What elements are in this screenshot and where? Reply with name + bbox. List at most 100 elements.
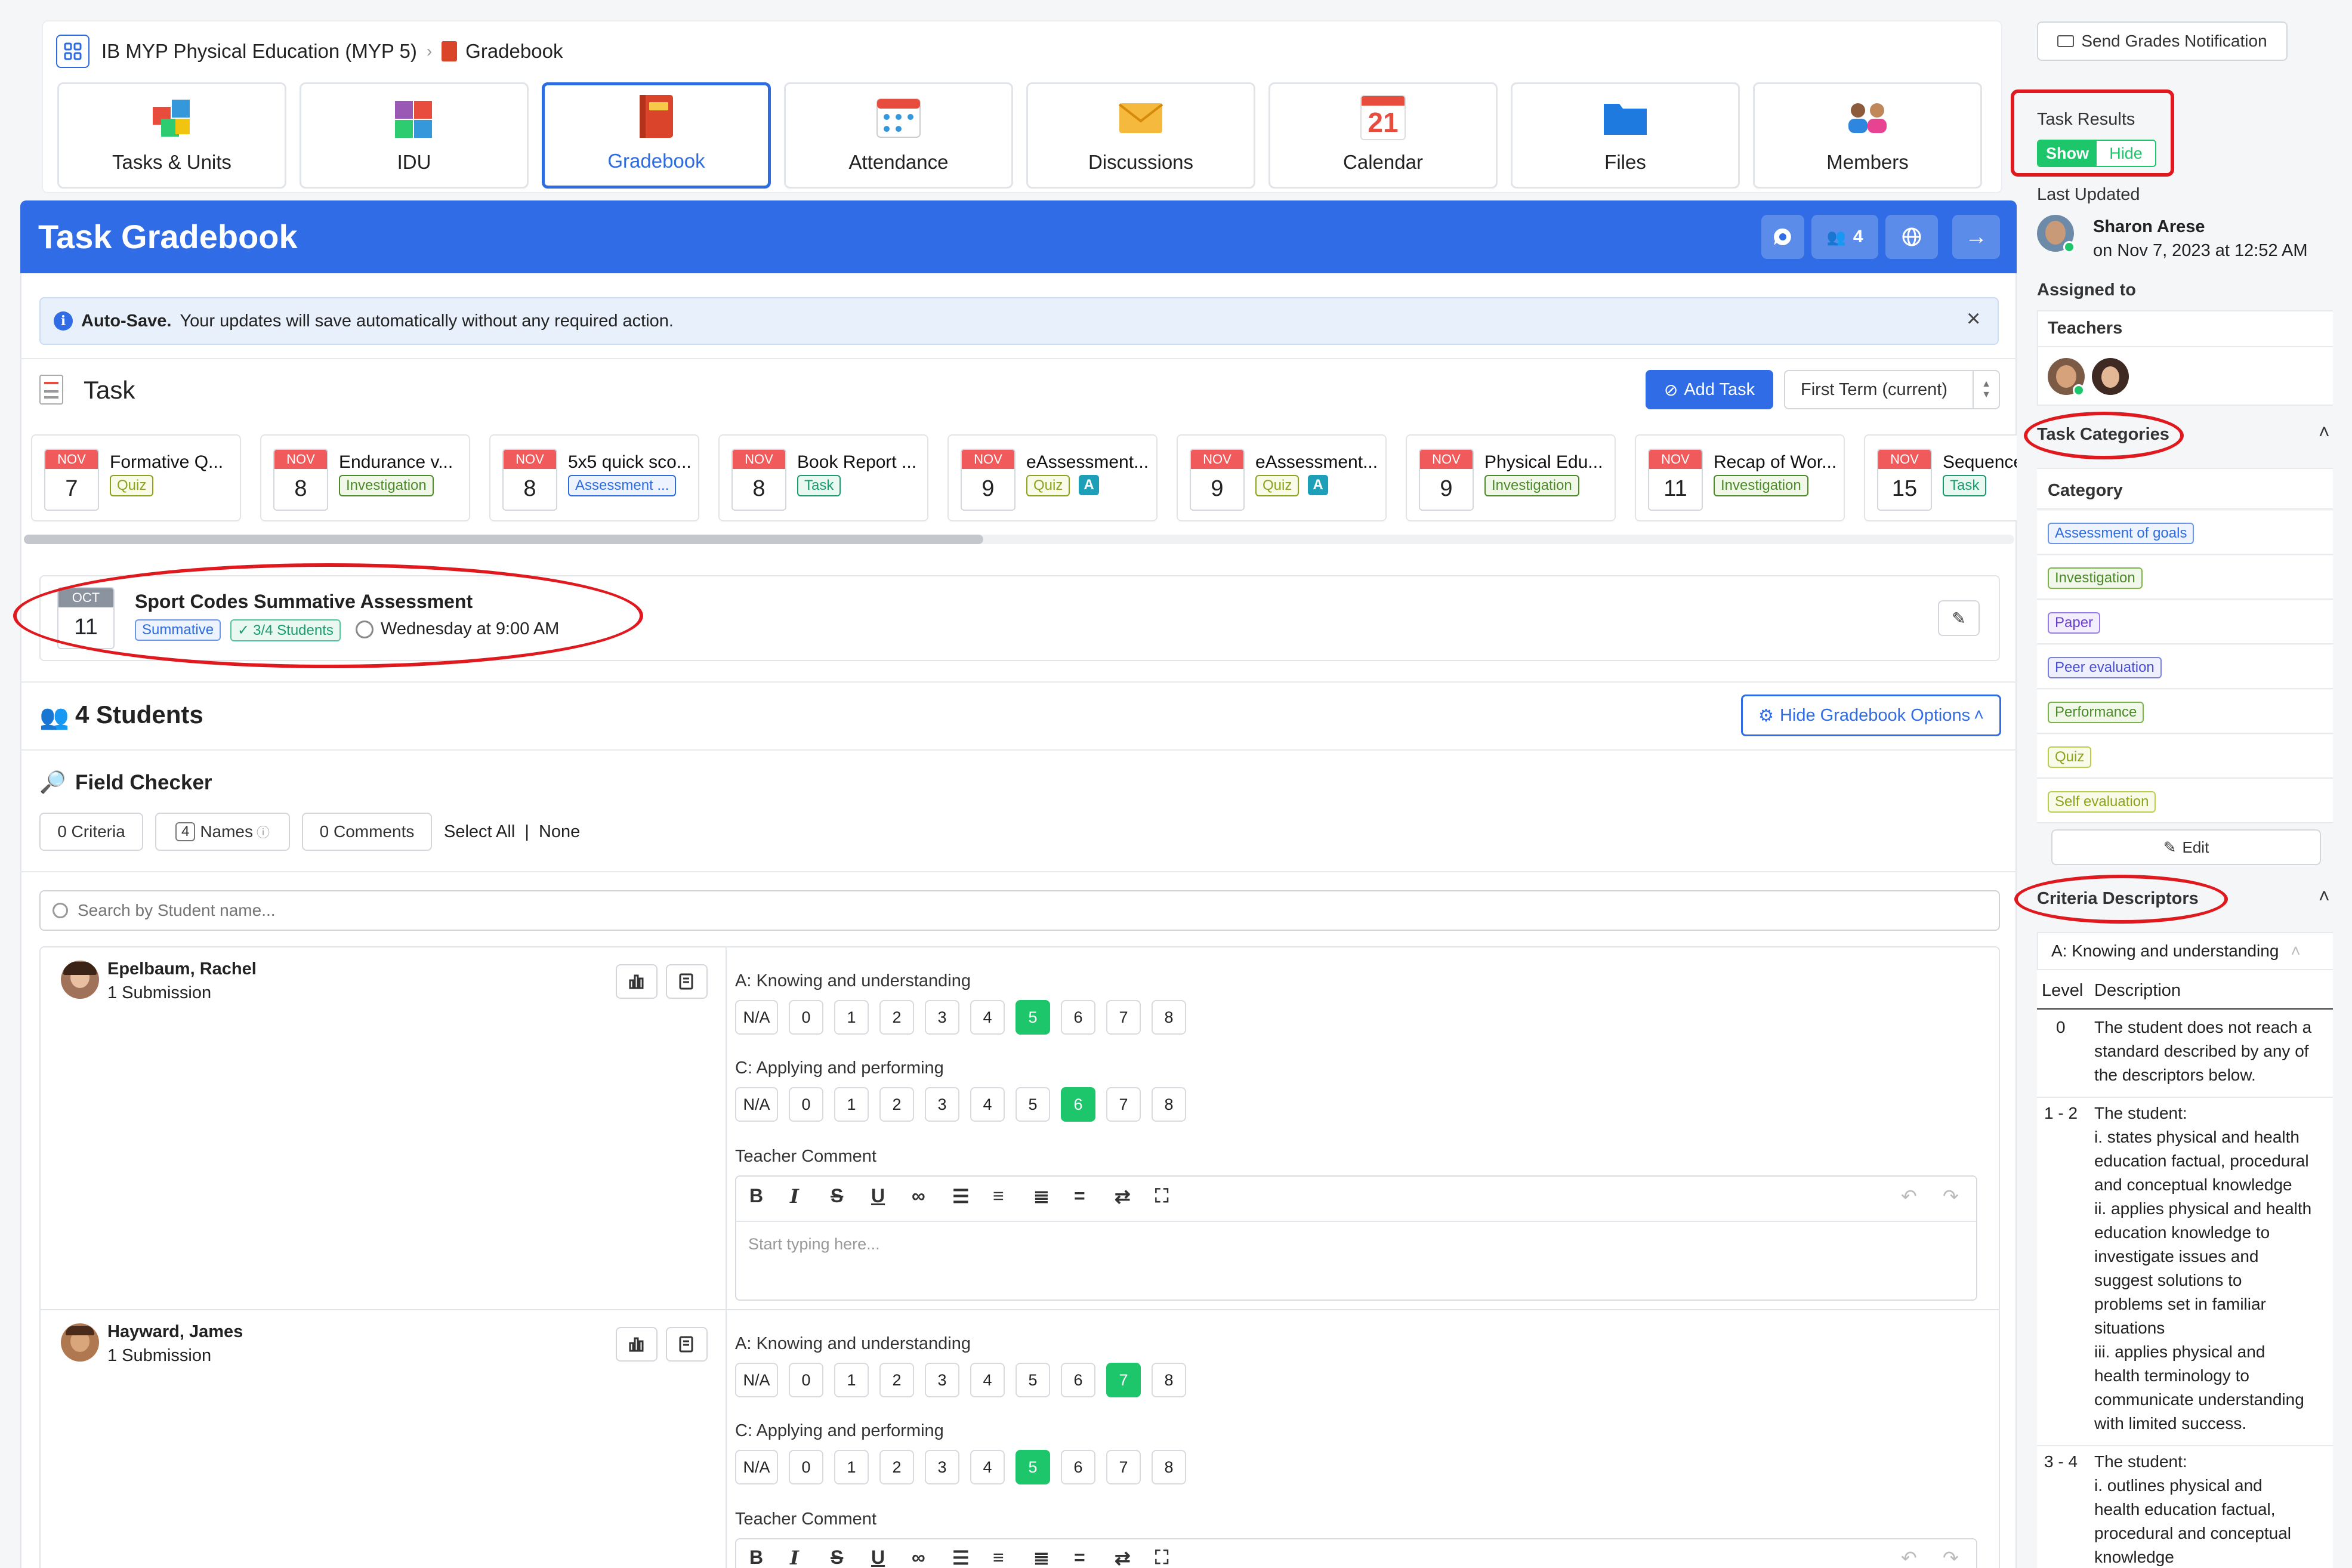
nav-files[interactable]: Files [1511,82,1740,189]
breadcrumb-course[interactable]: IB MYP Physical Education (MYP 5) [101,40,417,63]
level-chip[interactable]: 6 [1061,1087,1095,1122]
task-card[interactable]: NOV 9 Physical Edu... Investigation [1406,434,1616,521]
level-chip[interactable]: 5 [1016,1450,1050,1484]
level-chip[interactable]: 3 [925,1087,959,1122]
level-chip[interactable]: 0 [789,1087,823,1122]
criterion-select[interactable]: A: Knowing and understanding ˄ [2037,932,2333,970]
swap-icon[interactable]: ⇄ [1115,1185,1131,1208]
link-icon[interactable]: ∞ [912,1185,925,1207]
bullet-list-icon[interactable]: ☰ [952,1185,970,1208]
level-chip[interactable]: 2 [879,1363,914,1397]
criteria-filter-button[interactable]: 0 Criteria [39,813,143,851]
align-icon[interactable]: ≣ [1033,1185,1050,1208]
level-chip[interactable]: 1 [834,1450,869,1484]
level-chip[interactable]: 7 [1106,1363,1141,1397]
level-chip[interactable]: 6 [1061,1450,1095,1484]
level-chip[interactable]: 3 [925,1450,959,1484]
level-chip[interactable]: 7 [1106,1450,1141,1484]
stats-button[interactable] [616,1327,658,1362]
notes-button[interactable] [666,964,708,999]
level-chip[interactable]: 1 [834,1000,869,1035]
numbered-list-icon[interactable]: ≡ [993,1185,1004,1207]
redo-icon[interactable]: ↷ [1943,1547,1959,1568]
level-chip[interactable]: 2 [879,1450,914,1484]
student-name[interactable]: Epelbaum, Rachel [107,959,257,979]
names-filter-button[interactable]: 4 Names ⓘ [155,813,290,851]
underline-icon[interactable]: U [871,1547,885,1568]
level-chip[interactable]: 3 [925,1363,959,1397]
task-card[interactable]: NOV 8 5x5 quick sco... Assessment ... [489,434,699,521]
level-chip[interactable]: 3 [925,1000,959,1035]
swap-icon[interactable]: ⇄ [1115,1547,1131,1568]
level-chip[interactable]: 8 [1152,1000,1186,1035]
level-chip[interactable]: N/A [735,1363,778,1397]
globe-button[interactable] [1885,215,1938,259]
level-chip[interactable]: 1 [834,1363,869,1397]
horizontal-rule-icon[interactable]: = [1074,1185,1085,1207]
edit-task-button[interactable]: ✎ [1938,600,1980,636]
comment-placeholder[interactable]: Start typing here... [748,1235,880,1254]
task-card[interactable]: NOV 9 eAssessment... Quiz A [1177,434,1387,521]
close-icon[interactable]: × [1967,305,1980,332]
task-card[interactable]: NOV 8 Book Report ... Task [718,434,928,521]
level-chip[interactable]: N/A [735,1087,778,1122]
task-card[interactable]: NOV 7 Formative Q... Quiz [31,434,241,521]
level-chip[interactable]: 0 [789,1000,823,1035]
numbered-list-icon[interactable]: ≡ [993,1547,1004,1568]
level-chip[interactable]: 5 [1016,1363,1050,1397]
level-chip[interactable]: 0 [789,1450,823,1484]
level-chip[interactable]: 5 [1016,1087,1050,1122]
task-card[interactable]: NOV 15 Sequence Task [1864,434,2017,521]
redo-icon[interactable]: ↷ [1943,1185,1959,1208]
task-card[interactable]: NOV 9 eAssessment... Quiz A [947,434,1158,521]
nav-attendance[interactable]: Attendance [784,82,1013,189]
strikethrough-icon[interactable]: S [831,1185,843,1207]
level-chip[interactable]: 7 [1106,1000,1141,1035]
undo-icon[interactable]: ↶ [1901,1547,1917,1568]
task-card[interactable]: NOV 11 Recap of Wor... Investigation [1635,434,1845,521]
chevron-up-icon[interactable]: ˄ [2319,421,2330,443]
chat-button[interactable] [1761,215,1804,259]
members-count-button[interactable]: 👥 4 [1811,215,1878,259]
level-chip[interactable]: 6 [1061,1363,1095,1397]
submission-count[interactable]: 1 Submission [107,1346,211,1366]
italic-icon[interactable]: I [790,1547,799,1568]
level-chip[interactable]: N/A [735,1450,778,1484]
comments-filter-button[interactable]: 0 Comments [302,813,432,851]
task-scrollbar-thumb[interactable] [24,535,983,544]
nav-members[interactable]: Members [1753,82,1982,189]
nav-tasks-units[interactable]: Tasks & Units [57,82,286,189]
level-chip[interactable]: 0 [789,1363,823,1397]
level-chip[interactable]: 4 [970,1087,1005,1122]
italic-icon[interactable]: I [790,1185,799,1208]
nav-calendar[interactable]: 21 Calendar [1268,82,1498,189]
align-icon[interactable]: ≣ [1033,1547,1050,1568]
level-chip[interactable]: 8 [1152,1087,1186,1122]
chevron-up-icon[interactable]: ˄ [2319,885,2330,908]
fullscreen-icon[interactable]: ⛶ [1155,1185,1168,1208]
level-chip[interactable]: 4 [970,1450,1005,1484]
forward-button[interactable]: → [1952,215,2000,259]
bullet-list-icon[interactable]: ☰ [952,1547,970,1568]
link-icon[interactable]: ∞ [912,1547,925,1568]
fullscreen-icon[interactable]: ⛶ [1155,1547,1168,1568]
nav-discussions[interactable]: Discussions [1026,82,1255,189]
level-chip[interactable]: 8 [1152,1450,1186,1484]
select-none-link[interactable]: None [539,822,580,841]
submission-count[interactable]: 1 Submission [107,983,211,1003]
send-grades-button[interactable]: Send Grades Notification [2037,21,2288,61]
level-chip[interactable]: 8 [1152,1363,1186,1397]
level-chip[interactable]: 2 [879,1000,914,1035]
notes-button[interactable] [666,1327,708,1362]
search-input[interactable] [78,901,794,920]
student-name[interactable]: Hayward, James [107,1322,243,1342]
strikethrough-icon[interactable]: S [831,1547,843,1568]
avatar[interactable] [2092,358,2129,395]
level-chip[interactable]: 6 [1061,1000,1095,1035]
add-task-button[interactable]: ⊘ Add Task [1646,370,1773,409]
level-chip[interactable]: 7 [1106,1087,1141,1122]
student-search[interactable] [39,890,2000,931]
level-chip[interactable]: 5 [1016,1000,1050,1035]
term-select[interactable]: First Term (current) ▲ ▼ [1784,370,2000,409]
nav-idu[interactable]: IDU [300,82,529,189]
